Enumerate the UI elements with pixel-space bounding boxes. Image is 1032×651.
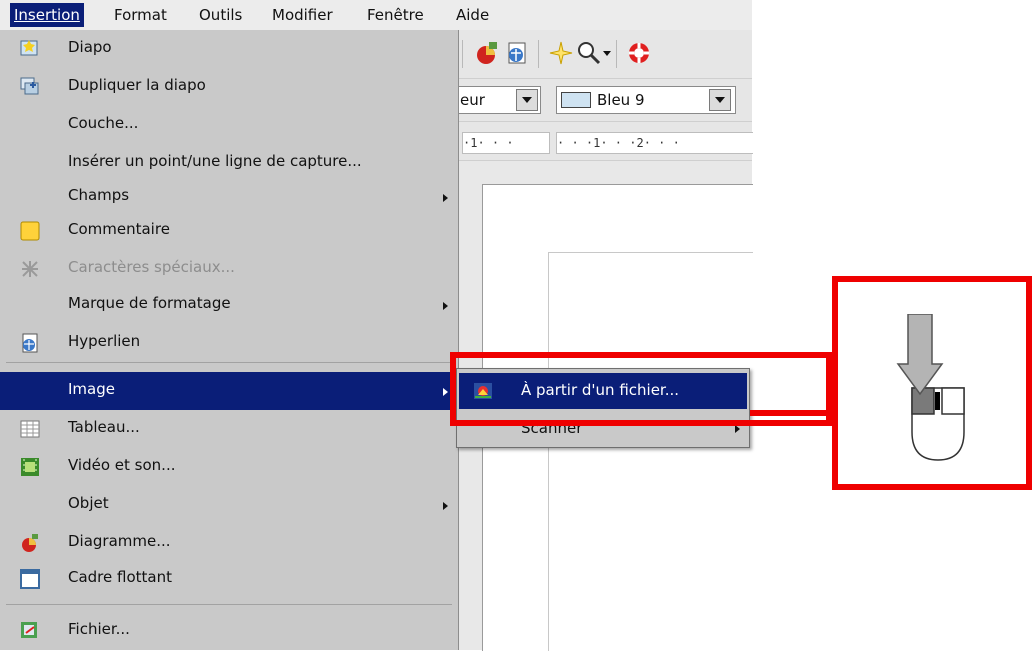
menu-item-label: Caractères spéciaux... [68,258,235,276]
insertion-menu: Diapo Dupliquer la diapo Couche... Insér… [0,30,459,650]
menu-item-marque-formatage[interactable]: Marque de formatage [0,286,458,324]
menu-item-hyperlien[interactable]: Hyperlien [0,324,458,362]
menu-item-fichier[interactable]: Fichier... [0,612,458,650]
line-style-value: eur [460,91,485,109]
submenu-arrow-icon [443,388,448,396]
menu-item-champs[interactable]: Champs [0,178,458,216]
submenu-arrow-icon [735,425,740,433]
special-characters-icon [22,261,38,277]
highlight-box-mouse-hint [832,276,1032,490]
floating-frame-icon [20,569,40,589]
ruler-segment: ·1· · · [462,132,550,154]
help-lifebuoy-icon[interactable] [626,40,652,66]
menu-divider [6,604,452,605]
menu-item-label: Hyperlien [68,332,141,350]
menu-item-label: Diapo [68,38,112,56]
menu-aide[interactable]: Aide [456,3,489,27]
menu-item-diagramme[interactable]: Diagramme... [0,524,458,562]
comment-icon [20,221,40,241]
menu-fenetre[interactable]: Fenêtre [367,3,424,27]
slide-icon [20,40,38,56]
menu-item-image[interactable]: Image [0,372,458,410]
menu-item-caracteres-speciaux: Caractères spéciaux... [0,250,458,288]
color-swatch [561,92,591,108]
chart-icon[interactable] [474,40,500,66]
mouse-left-click-icon [896,314,965,461]
menu-bar: Insertion Format Outils Modifier Fenêtre… [0,0,752,30]
video-sound-icon [21,458,39,476]
menu-item-objet[interactable]: Objet [0,486,458,524]
menu-item-label: Champs [68,186,130,204]
horizontal-ruler: ·1· · · · · ·1· · ·2· · · [456,122,753,161]
zoom-icon[interactable] [576,40,602,66]
file-icon [21,622,37,638]
menu-divider [6,362,452,363]
menu-item-label: Image [68,380,115,398]
menu-item-label: Diagramme... [68,532,171,550]
menu-item-label: Marque de formatage [68,294,231,312]
fill-color-combo[interactable]: Bleu 9 [556,86,736,114]
menu-item-diapo[interactable]: Diapo [0,30,458,68]
slide-content-area[interactable] [548,252,753,651]
highlight-connector-line [750,410,838,416]
menu-outils[interactable]: Outils [199,3,242,27]
submenu-arrow-icon [443,194,448,202]
menu-modifier[interactable]: Modifier [272,3,333,27]
menu-item-couche[interactable]: Couche... [0,106,458,144]
hyperlink-icon[interactable] [504,40,530,66]
toolbar-separator [538,40,539,68]
menu-format[interactable]: Format [114,3,167,27]
menu-item-cadre-flottant[interactable]: Cadre flottant [0,560,458,598]
menu-item-label: Cadre flottant [68,568,172,586]
menu-item-video-son[interactable]: Vidéo et son... [0,448,458,486]
menu-item-label: Vidéo et son... [68,456,176,474]
formatting-toolbar: eur Bleu 9 [456,79,752,122]
chart-icon [22,534,38,552]
menu-item-label: Tableau... [68,418,140,436]
chevron-down-icon[interactable] [602,48,612,58]
standard-toolbar [456,30,752,79]
chevron-down-icon[interactable] [516,89,538,111]
menu-item-label: Objet [68,494,109,512]
menu-item-tableau[interactable]: Tableau... [0,410,458,448]
fill-color-value: Bleu 9 [597,91,645,109]
menu-item-label: Fichier... [68,620,130,638]
menu-item-label: Commentaire [68,220,170,238]
chevron-down-icon[interactable] [709,89,731,111]
menu-insertion[interactable]: Insertion [10,3,84,27]
submenu-arrow-icon [443,502,448,510]
menu-item-label: Insérer un point/une ligne de capture... [68,152,362,170]
duplicate-slide-icon [20,77,39,95]
ruler-segment: · · ·1· · ·2· · · [556,132,753,154]
menu-item-commentaire[interactable]: Commentaire [0,212,458,250]
menu-item-label: Dupliquer la diapo [68,76,206,94]
star-icon[interactable] [548,40,574,66]
menu-item-label: Couche... [68,114,139,132]
menu-item-point-ligne-capture[interactable]: Insérer un point/une ligne de capture... [0,144,458,182]
menu-item-dupliquer-diapo[interactable]: Dupliquer la diapo [0,68,458,106]
submenu-arrow-icon [443,302,448,310]
hyperlink-icon [22,333,38,353]
toolbar-separator [616,40,617,68]
line-style-combo[interactable]: eur [456,86,541,114]
table-icon [20,420,40,438]
toolbar-separator [462,40,463,68]
